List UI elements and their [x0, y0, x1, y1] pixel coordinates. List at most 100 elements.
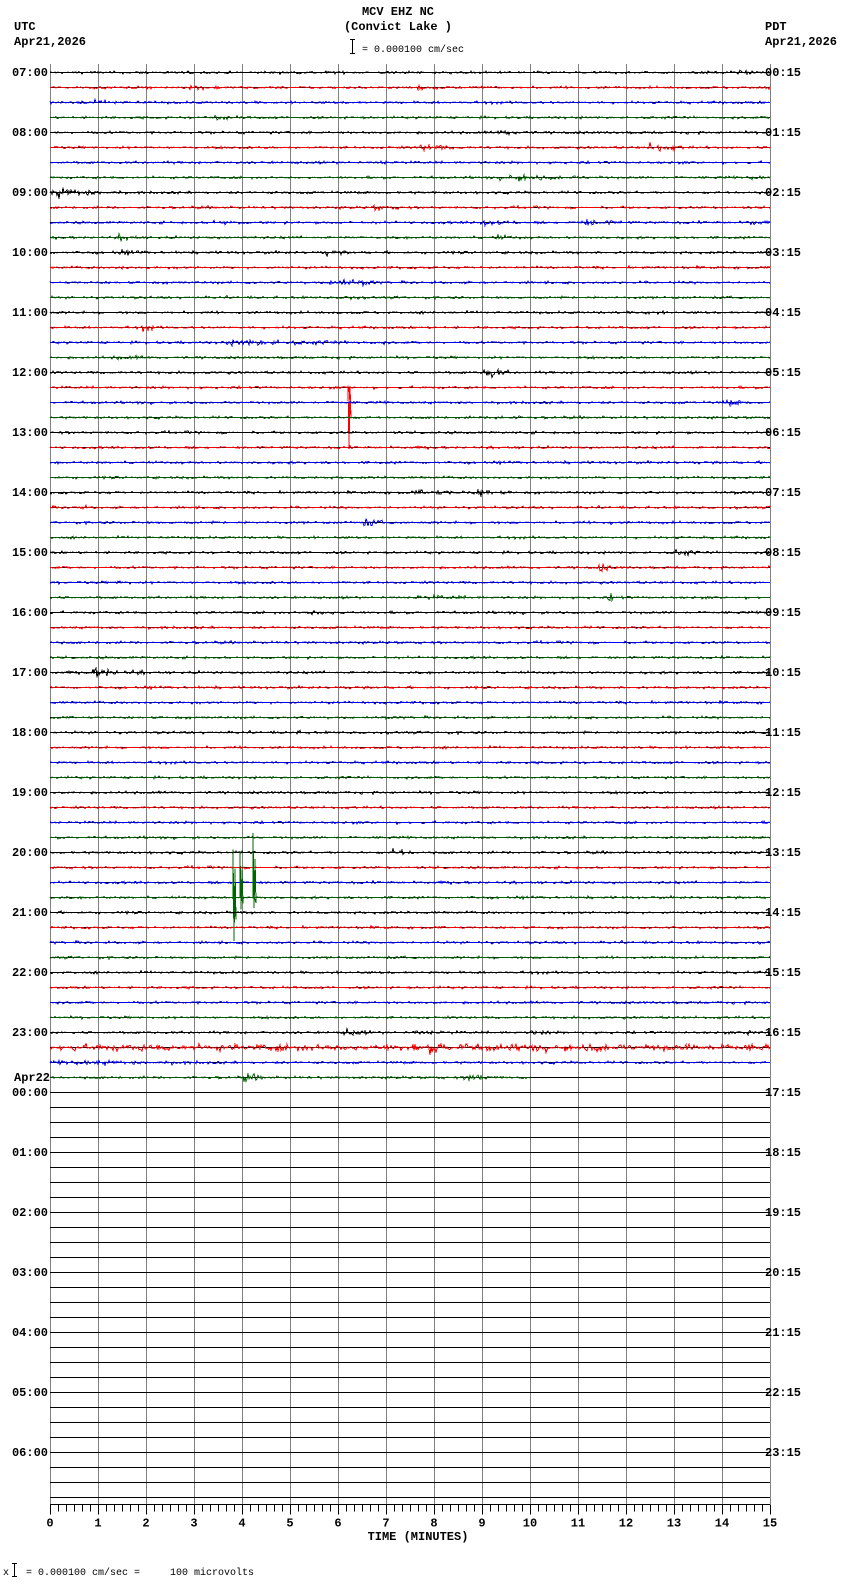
- pdt-hour-label: 18:15: [765, 1146, 801, 1160]
- utc-hour-label: 12:00: [12, 366, 48, 380]
- pdt-hour-label: 19:15: [765, 1206, 801, 1220]
- trace-line: [49, 309, 771, 316]
- footer-scale-text: = 0.000100 cm/sec = 100 microvolts: [26, 1567, 254, 1579]
- utc-hour-label: 19:00: [12, 786, 48, 800]
- trace-line: [49, 847, 771, 856]
- utc-hour-label: 18:00: [12, 726, 48, 740]
- trace-line: [49, 744, 771, 751]
- trace-line: [49, 398, 771, 408]
- trace-line: [49, 142, 771, 153]
- trace-line: [49, 864, 771, 871]
- pdt-hour-label: 03:15: [765, 246, 801, 260]
- utc-hour-label: 08:00: [12, 126, 48, 140]
- pdt-hour-label: 11:15: [765, 726, 801, 740]
- pdt-hour-label: 09:15: [765, 606, 801, 620]
- utc-hour-label: 14:00: [12, 486, 48, 500]
- x-tick-label: 14: [715, 1517, 729, 1531]
- trace-line: [49, 639, 771, 646]
- pdt-hour-label: 10:15: [765, 666, 801, 680]
- x-tick-label: 0: [46, 1517, 53, 1531]
- pdt-hour-label: 17:15: [765, 1086, 801, 1100]
- utc-hour-label: 16:00: [12, 606, 48, 620]
- utc-hour-label: 11:00: [12, 306, 48, 320]
- seismic-traces: [49, 68, 771, 1083]
- trace-line: [49, 714, 771, 721]
- trace-line: [49, 129, 771, 136]
- trace-line: [49, 338, 771, 348]
- pdt-hour-label: 05:15: [765, 366, 801, 380]
- pdt-hour-label: 23:15: [765, 1446, 801, 1460]
- helicorder-plot: MCV EHZ NC (Convict Lake ) UTC Apr21,202…: [3, 5, 837, 1579]
- utc-hour-label: 01:00: [12, 1146, 48, 1160]
- x-tick-label: 5: [286, 1517, 293, 1531]
- footer: x = 0.000100 cm/sec = 100 microvolts: [3, 1563, 254, 1579]
- trace-line: [49, 832, 771, 942]
- trace-line: [49, 324, 771, 333]
- date-change-label: Apr22: [14, 1071, 50, 1085]
- trace-line: [50, 219, 771, 228]
- utc-hour-label: 20:00: [12, 846, 48, 860]
- scale-bar-icon: [12, 1563, 17, 1577]
- trace-line: [49, 909, 771, 916]
- pdt-hour-label: 00:15: [765, 66, 801, 80]
- trace-line: [49, 518, 771, 527]
- pdt-hour-label: 15:15: [765, 966, 801, 980]
- trace-line: [49, 474, 771, 481]
- x-tick-label: 11: [571, 1517, 585, 1531]
- x-tick-label: 6: [334, 1517, 341, 1531]
- x-tick-label: 13: [667, 1517, 681, 1531]
- x-tick-label: 9: [478, 1517, 485, 1531]
- trace-line: [49, 84, 771, 92]
- trace-line: [49, 548, 771, 558]
- header: MCV EHZ NC (Convict Lake ) UTC Apr21,202…: [14, 5, 837, 56]
- x-tick-label: 10: [523, 1517, 537, 1531]
- pdt-hour-label: 04:15: [765, 306, 801, 320]
- utc-hour-label: 04:00: [12, 1326, 48, 1340]
- pdt-hour-label: 20:15: [765, 1266, 801, 1280]
- trace-line: [49, 367, 771, 379]
- utc-hour-label: 23:00: [12, 1026, 48, 1040]
- trace-line: [49, 593, 771, 603]
- utc-hour-label: 00:00: [12, 1086, 48, 1100]
- x-tick-label: 3: [190, 1517, 197, 1531]
- pdt-hour-label: 14:15: [765, 906, 801, 920]
- utc-hour-label: 05:00: [12, 1386, 48, 1400]
- x-tick-label: 7: [382, 1517, 389, 1531]
- x-tick-label: 15: [763, 1517, 777, 1531]
- utc-hour-label: 03:00: [12, 1266, 48, 1280]
- utc-hour-label: 17:00: [12, 666, 48, 680]
- pdt-hour-label: 22:15: [765, 1386, 801, 1400]
- scale-text: = 0.000100 cm/sec: [362, 44, 464, 56]
- trace-line: [49, 699, 771, 706]
- x-axis-label: TIME (MINUTES): [368, 1530, 469, 1544]
- utc-hour-label: 22:00: [12, 966, 48, 980]
- trace-line: [49, 97, 771, 106]
- pdt-hour-label: 16:15: [765, 1026, 801, 1040]
- trace-line: [49, 1042, 771, 1055]
- utc-hour-label: 15:00: [12, 546, 48, 560]
- trace-line: [49, 666, 771, 678]
- x-tick-label: 12: [619, 1517, 633, 1531]
- pdt-hour-label: 02:15: [765, 186, 801, 200]
- utc-hour-label: 09:00: [12, 186, 48, 200]
- trace-line: [49, 172, 771, 182]
- station-title: MCV EHZ NC: [362, 5, 434, 19]
- pdt-hour-label: 21:15: [765, 1326, 801, 1340]
- x-tick-label: 1: [94, 1517, 101, 1531]
- trace-line: [49, 159, 771, 166]
- x-tick-label: 2: [142, 1517, 149, 1531]
- x-axis: 0 1 2 3 4 5 6 7 8 9 10 11 12 13 14 15: [46, 1504, 777, 1531]
- x-tick-label: 4: [238, 1517, 245, 1531]
- trace-line: [49, 805, 771, 810]
- trace-line: [49, 444, 770, 451]
- utc-hour-label: 13:00: [12, 426, 48, 440]
- utc-hour-label: 10:00: [12, 246, 48, 260]
- trace-line: [49, 969, 771, 976]
- pdt-hour-label: 06:15: [765, 426, 801, 440]
- trace-line: [49, 609, 771, 616]
- right-date: Apr21,2026: [765, 35, 837, 49]
- trace-line: [49, 924, 770, 931]
- x-tick-label: 8: [430, 1517, 437, 1531]
- pdt-hour-label: 12:15: [765, 786, 801, 800]
- trace-line: [49, 1026, 771, 1037]
